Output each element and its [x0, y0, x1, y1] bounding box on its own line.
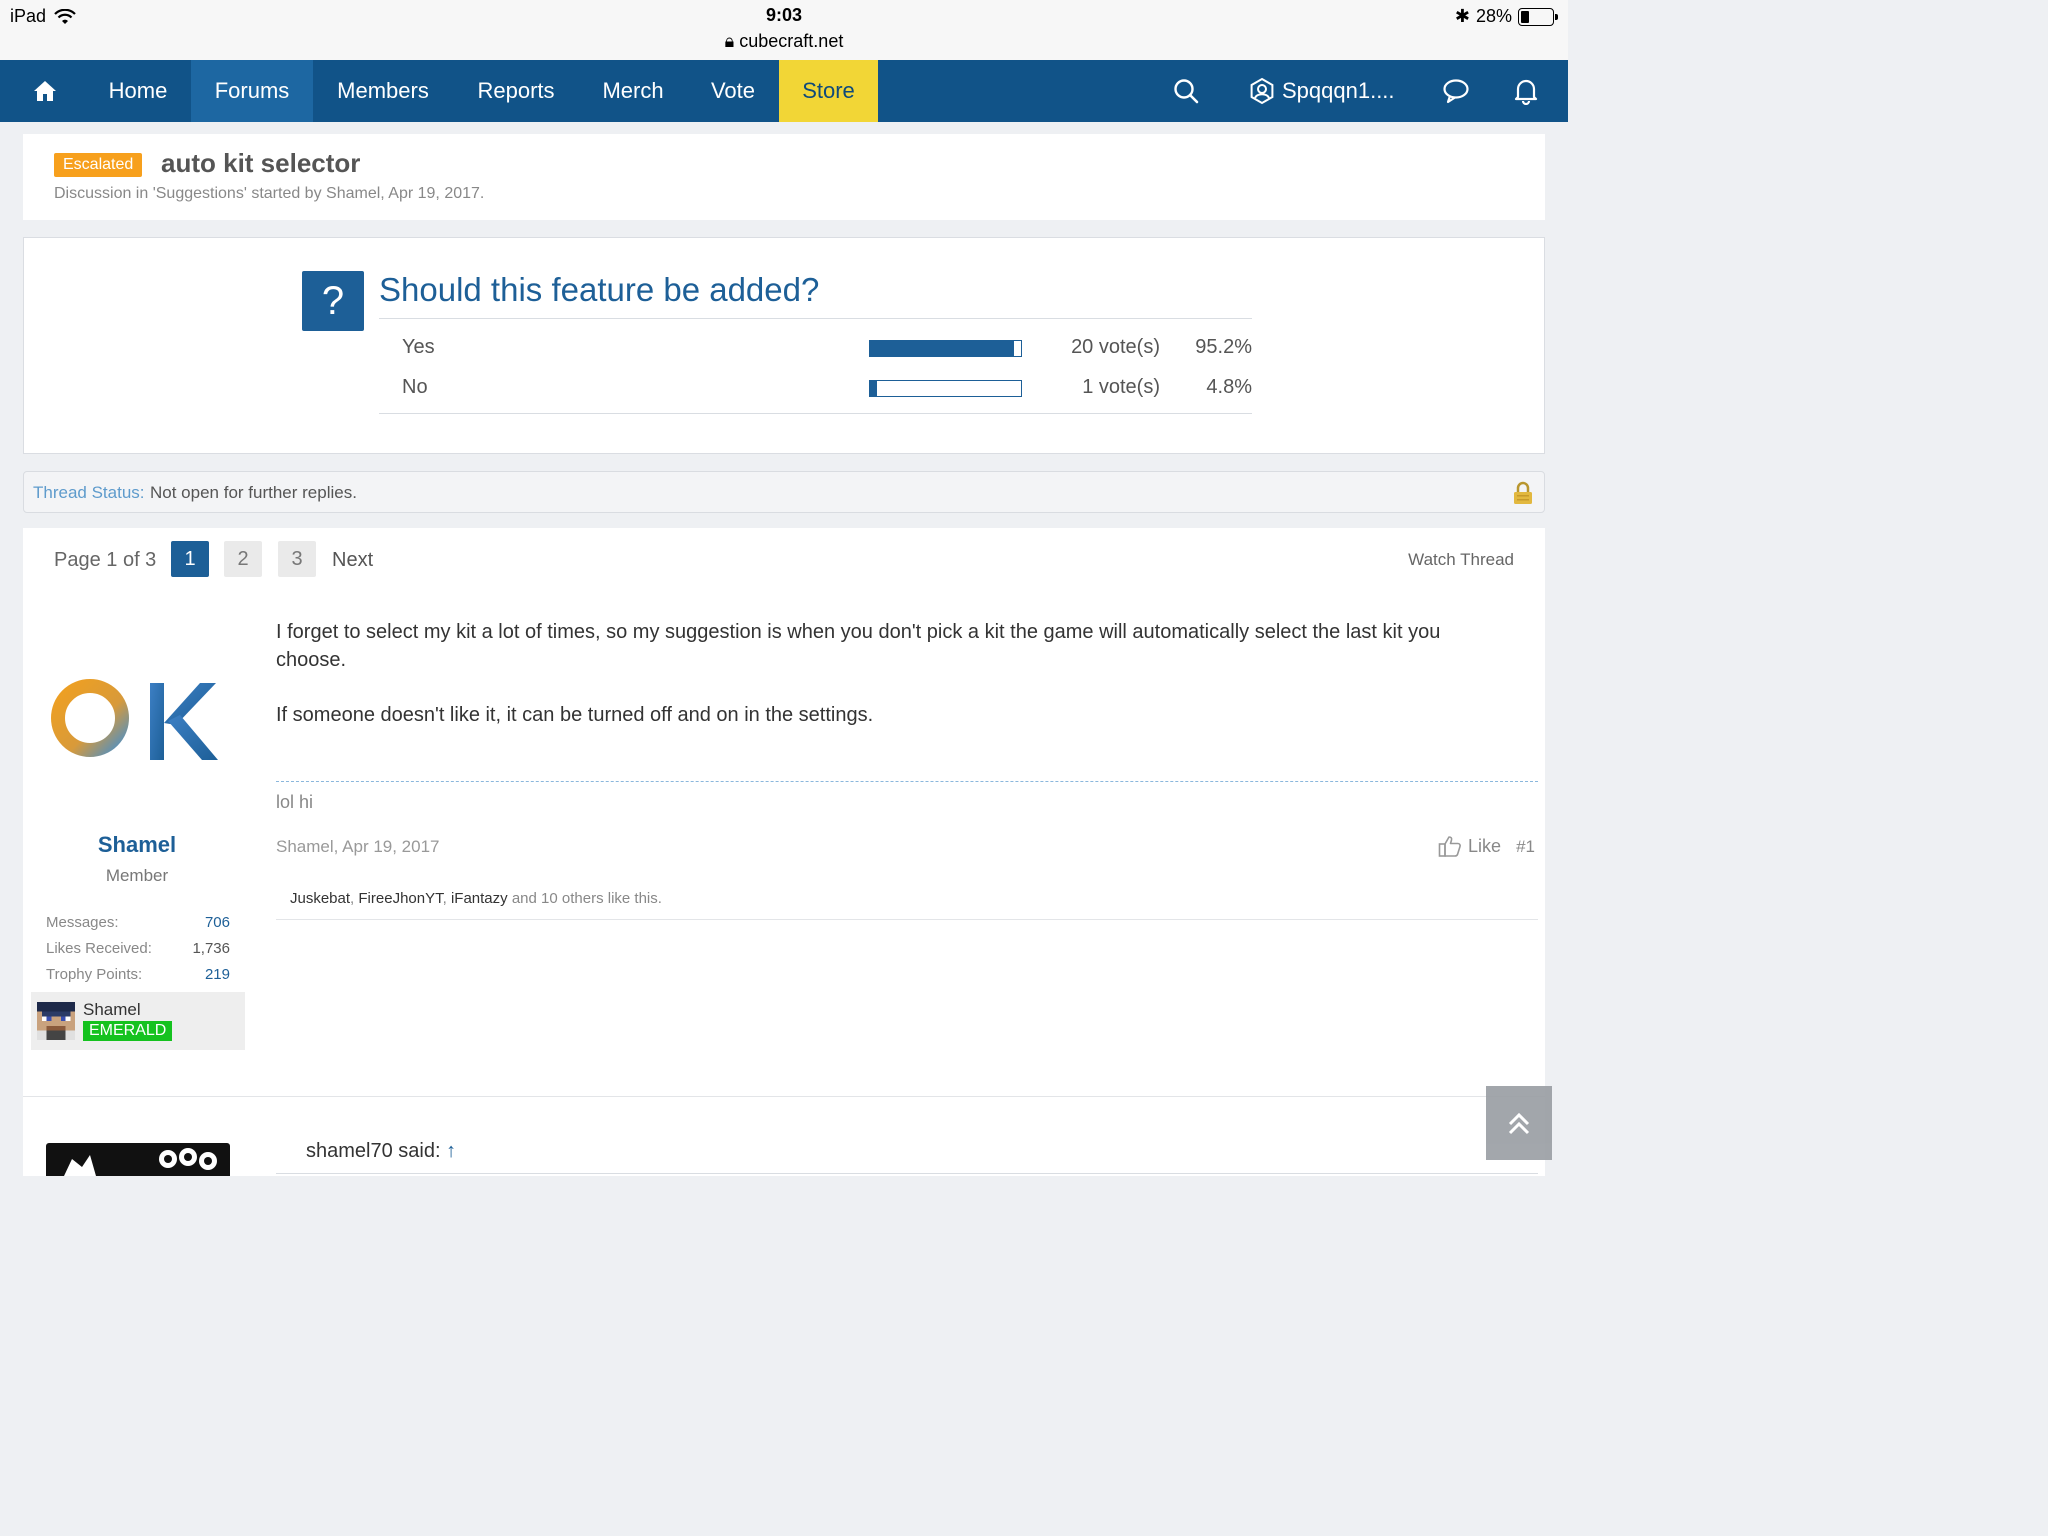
thread-content: Page 1 of 3 1 2 3 Next Watch Thread Sham… — [23, 528, 1545, 1176]
post-paragraph: If someone doesn't like it, it can be tu… — [276, 704, 874, 726]
poll-divider — [379, 318, 1252, 319]
post-author-name[interactable]: Shamel — [23, 832, 251, 858]
thread-status-bar: Thread Status: Not open for further repl… — [23, 471, 1545, 513]
rank-box: Shamel EMERALD — [31, 992, 245, 1050]
stat-value[interactable]: 706 — [205, 914, 230, 931]
user-avatar[interactable] — [46, 1143, 230, 1176]
minecraft-skin-avatar — [37, 1002, 75, 1040]
watch-thread-link[interactable]: Watch Thread — [1408, 550, 1514, 570]
poll-option-label: No — [402, 376, 428, 398]
status-right: ✱ 28% — [1454, 6, 1558, 27]
thread-prefix-badge[interactable]: Escalated — [54, 153, 143, 177]
ios-status-bar: iPad 9:03 🔒︎ cubecraft.net ✱ 28% — [0, 0, 1568, 60]
poll-result-bar — [869, 340, 1022, 357]
poll-percentage: 4.8% — [1206, 376, 1252, 398]
thread-status-value: Not open for further replies. — [150, 483, 357, 502]
poll-option-label: Yes — [402, 336, 435, 358]
poll-panel: ? Should this feature be added? Yes 20 v… — [23, 237, 1545, 454]
nav-home[interactable]: Home — [90, 60, 186, 122]
thread-meta: Discussion in 'Suggestions' started by S… — [54, 185, 485, 202]
post-signature: lol hi — [276, 792, 314, 812]
liker-name[interactable]: FireeJhonYT — [358, 890, 442, 907]
thumbs-up-icon — [1438, 836, 1461, 857]
poll-vote-count: 1 vote(s) — [1082, 376, 1160, 398]
quote-divider — [276, 1173, 1538, 1174]
stat-label: Likes Received: — [46, 940, 152, 957]
nav-merch[interactable]: Merch — [586, 60, 680, 122]
post-author-title: Member — [105, 866, 169, 885]
post-paragraph: I forget to select my kit a lot of times… — [276, 621, 1441, 671]
thread-status-label: Thread Status: — [33, 483, 145, 502]
search-icon[interactable] — [1166, 60, 1206, 122]
quote-author: shamel70 said: — [306, 1140, 441, 1162]
poll-vote-count: 20 vote(s) — [1071, 336, 1160, 358]
page-indicator: Page 1 of 3 — [54, 549, 157, 571]
user-avatar-icon — [1250, 77, 1274, 105]
page-link-3[interactable]: 3 — [278, 541, 316, 577]
url-text: cubecraft.net — [739, 31, 844, 51]
nav-reports[interactable]: Reports — [458, 60, 574, 122]
scroll-to-top-button[interactable] — [1486, 1086, 1552, 1160]
battery-percent: 28% — [1475, 6, 1512, 26]
poll-option-row: Yes 20 vote(s) 95.2% — [379, 328, 1252, 368]
page-link-1[interactable]: 1 — [171, 541, 209, 577]
user-menu[interactable]: Spqqqn1.... — [1248, 60, 1408, 122]
poll-result-bar — [869, 380, 1022, 397]
poll-question: Should this feature be added? — [379, 271, 820, 308]
next-page-link[interactable]: Next — [332, 549, 373, 572]
conversations-icon[interactable] — [1436, 60, 1476, 122]
username-label: Spqqqn1.... — [1282, 78, 1395, 103]
like-label: Like — [1467, 835, 1501, 856]
post-message: I forget to select my kit a lot of times… — [276, 618, 1511, 756]
nav-forums[interactable]: Forums — [191, 60, 313, 122]
stat-label: Messages: — [46, 914, 119, 931]
post-permalink[interactable]: #1 — [1516, 837, 1535, 857]
post-separator — [23, 1096, 1545, 1097]
liker-name[interactable]: iFantazy — [451, 890, 508, 907]
poll-divider — [379, 413, 1252, 414]
author-stat-likes: Likes Received: 1,736 — [46, 940, 230, 957]
question-mark-icon: ? — [302, 271, 364, 331]
nav-store[interactable]: Store — [779, 60, 878, 122]
quote-header: shamel70 said: ↑ — [306, 1140, 456, 1163]
address-bar[interactable]: 🔒︎ cubecraft.net — [0, 31, 1568, 52]
main-navbar: Home Forums Members Reports Merch Vote S… — [0, 60, 1568, 122]
battery-icon — [1518, 7, 1558, 26]
user-avatar[interactable] — [50, 673, 220, 773]
signature-divider — [276, 781, 1538, 782]
nav-members[interactable]: Members — [318, 60, 448, 122]
home-icon[interactable] — [20, 60, 70, 122]
rank-player-name: Shamel — [83, 1000, 141, 1019]
author-stat-trophy: Trophy Points: 219 — [46, 966, 230, 983]
poll-percentage: 95.2% — [1195, 336, 1252, 358]
rank-badge: EMERALD — [83, 1021, 173, 1041]
clock: 9:03 — [765, 5, 803, 25]
quote-jump-arrow-icon[interactable]: ↑ — [446, 1140, 456, 1162]
post-date[interactable]: Shamel, Apr 19, 2017 — [276, 837, 440, 857]
nav-vote[interactable]: Vote — [690, 60, 776, 122]
author-stat-messages: Messages: 706 — [46, 914, 230, 931]
lock-icon: 🔒︎ — [724, 31, 735, 51]
double-chevron-up-icon — [1508, 1112, 1530, 1135]
thread-title: auto kit selector — [161, 148, 361, 178]
stat-value: 1,736 — [192, 940, 230, 957]
likes-summary: Juskebat, FireeJhonYT, iFantazy and 10 o… — [276, 878, 1538, 920]
page-link-2[interactable]: 2 — [224, 541, 262, 577]
padlock-icon — [1512, 481, 1534, 510]
poll-option-row: No 1 vote(s) 4.8% — [379, 368, 1252, 408]
liker-name[interactable]: Juskebat — [290, 890, 350, 907]
likes-others[interactable]: and 10 others like this. — [512, 890, 662, 907]
bell-icon[interactable] — [1506, 60, 1546, 122]
stat-label: Trophy Points: — [46, 966, 143, 983]
like-button[interactable]: Like — [1438, 835, 1501, 857]
thread-header: Escalated auto kit selector Discussion i… — [23, 134, 1545, 220]
stat-value[interactable]: 219 — [205, 966, 230, 983]
bluetooth-icon: ✱ — [1454, 6, 1470, 26]
